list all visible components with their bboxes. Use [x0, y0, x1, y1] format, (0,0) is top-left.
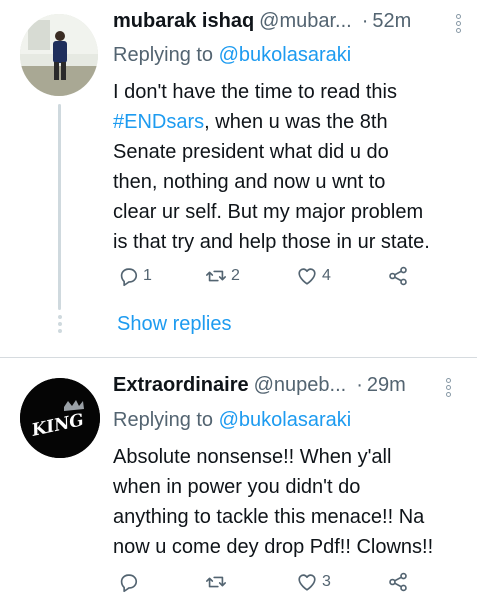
like-icon	[298, 268, 316, 285]
mention-link[interactable]: @bukolasaraki	[219, 409, 352, 431]
hashtag-link[interactable]: #ENDsars	[113, 111, 204, 133]
replying-to: Replying to @bukolasaraki	[113, 44, 351, 67]
share-button[interactable]	[387, 571, 409, 593]
share-icon	[389, 266, 407, 286]
reply-icon	[120, 268, 138, 287]
like-button[interactable]: 4	[296, 265, 331, 287]
text-line: now u come dey drop Pdf!! Clowns!!	[113, 536, 434, 558]
retweet-button[interactable]	[205, 571, 231, 593]
reply-button[interactable]	[117, 571, 143, 593]
text-fragment: , when u was the 8th	[204, 111, 388, 133]
user-handle[interactable]: @mubar...	[259, 10, 352, 33]
like-count: 4	[322, 267, 331, 284]
reply-icon	[120, 574, 138, 593]
avatar-photo	[20, 14, 98, 96]
tweet-header: mubarak ishaq @mubar... · 52m	[113, 10, 411, 38]
like-count: 3	[322, 573, 331, 590]
text-line: clear ur self. But my major problem	[113, 201, 424, 223]
display-name[interactable]: Extraordinaire	[113, 374, 249, 397]
text-line: I don't have the time to read this	[113, 81, 397, 103]
text-line: then, nothing and now u wnt to	[113, 171, 386, 193]
display-name[interactable]: mubarak ishaq	[113, 10, 254, 33]
retweet-button[interactable]: 2	[205, 265, 240, 287]
replying-prefix: Replying to	[113, 409, 219, 431]
tweet-text: I don't have the time to read this #ENDs…	[113, 77, 468, 257]
avatar[interactable]	[20, 14, 98, 96]
divider	[0, 357, 477, 358]
reply-count: 1	[143, 267, 152, 284]
retweet-count: 2	[231, 267, 240, 284]
more-icon[interactable]	[446, 378, 452, 399]
separator-dot: ·	[356, 374, 363, 396]
tweet-1[interactable]: mubarak ishaq @mubar... · 52m Replying t…	[0, 0, 477, 358]
like-icon	[298, 574, 316, 591]
action-bar: 1 2 4	[113, 265, 433, 295]
thread-line	[58, 104, 61, 310]
text-line: is that try and help those in ur state.	[113, 231, 430, 253]
show-replies-link[interactable]: Show replies	[117, 313, 232, 336]
text-line: anything to tackle this menace!! Na	[113, 506, 425, 528]
replying-prefix: Replying to	[113, 44, 219, 66]
retweet-icon	[206, 270, 226, 282]
tweet-header: Extraordinaire @nupeb... · 29m	[113, 374, 406, 402]
like-button[interactable]: 3	[296, 571, 331, 593]
reply-button[interactable]: 1	[117, 265, 152, 287]
share-icon	[389, 572, 407, 592]
separator-dot: ·	[361, 10, 369, 32]
timestamp[interactable]: 29m	[367, 374, 406, 397]
text-line: when in power you didn't do	[113, 476, 361, 498]
retweet-icon	[206, 576, 226, 588]
share-button[interactable]	[387, 265, 409, 287]
avatar-king-logo: KING	[20, 378, 100, 458]
mention-link[interactable]: @bukolasaraki	[219, 44, 352, 66]
text-line: Absolute nonsense!! When y'all	[113, 446, 392, 468]
user-handle[interactable]: @nupeb...	[254, 374, 347, 397]
tweet-text: Absolute nonsense!! When y'all when in p…	[113, 442, 468, 562]
action-bar: 3	[113, 571, 433, 601]
avatar[interactable]: KING	[20, 378, 100, 458]
text-line: Senate president what did u do	[113, 141, 389, 163]
timestamp[interactable]: 52m	[372, 10, 411, 33]
replying-to: Replying to @bukolasaraki	[113, 409, 351, 432]
more-icon[interactable]	[456, 14, 462, 35]
text-line: #ENDsars, when u was the 8th	[113, 107, 468, 137]
thread-continuation-dots	[56, 315, 63, 337]
